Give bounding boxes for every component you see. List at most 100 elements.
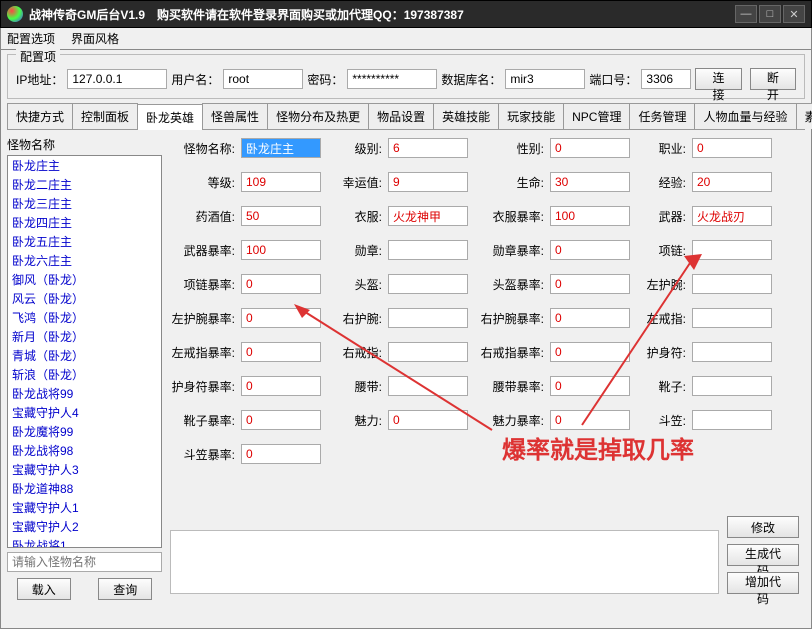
gencode-button[interactable]: 生成代码 bbox=[727, 544, 799, 566]
load-button[interactable]: 载入 bbox=[17, 578, 71, 600]
query-button[interactable]: 查询 bbox=[98, 578, 152, 600]
field-input[interactable] bbox=[550, 410, 630, 430]
list-item[interactable]: 新月（卧龙） bbox=[8, 327, 161, 346]
field-input[interactable] bbox=[550, 138, 630, 158]
list-item[interactable]: 飞鸿（卧龙） bbox=[8, 308, 161, 327]
db-input[interactable] bbox=[505, 69, 585, 89]
maximize-button[interactable]: □ bbox=[759, 5, 781, 23]
pwd-input[interactable] bbox=[347, 69, 437, 89]
list-item[interactable]: 卧龙战将98 bbox=[8, 441, 161, 460]
tab-3[interactable]: 怪兽属性 bbox=[202, 103, 268, 129]
connect-button[interactable]: 连接 bbox=[695, 68, 741, 90]
list-item[interactable]: 风云（卧龙） bbox=[8, 289, 161, 308]
list-item[interactable]: 卧龙魔将99 bbox=[8, 422, 161, 441]
list-item[interactable]: 青城（卧龙） bbox=[8, 346, 161, 365]
field-label: 幸运值: bbox=[327, 174, 382, 191]
list-item[interactable]: 卧龙战将99 bbox=[8, 384, 161, 403]
user-input[interactable] bbox=[223, 69, 303, 89]
tab-9[interactable]: 任务管理 bbox=[629, 103, 695, 129]
modify-button[interactable]: 修改 bbox=[727, 516, 799, 538]
field-input[interactable] bbox=[241, 138, 321, 158]
field-input[interactable] bbox=[241, 444, 321, 464]
field-label: 头盔: bbox=[327, 276, 382, 293]
search-input[interactable] bbox=[7, 552, 162, 572]
field-input[interactable] bbox=[388, 410, 468, 430]
tab-2[interactable]: 卧龙英雄 bbox=[137, 104, 203, 130]
disconnect-button[interactable]: 断开 bbox=[750, 68, 796, 90]
field-label: 右护腕暴率: bbox=[474, 310, 544, 327]
field-input[interactable] bbox=[692, 274, 772, 294]
list-item[interactable]: 卧龙三庄主 bbox=[8, 194, 161, 213]
field-input[interactable] bbox=[388, 376, 468, 396]
tab-8[interactable]: NPC管理 bbox=[563, 103, 630, 129]
list-item[interactable]: 御风（卧龙） bbox=[8, 270, 161, 289]
tab-11[interactable]: 素材热更 bbox=[796, 103, 812, 129]
field-input[interactable] bbox=[550, 172, 630, 192]
field-input[interactable] bbox=[388, 274, 468, 294]
list-item[interactable]: 卧龙道神88 bbox=[8, 479, 161, 498]
field-input[interactable] bbox=[692, 206, 772, 226]
list-item[interactable]: 宝藏守护人2 bbox=[8, 517, 161, 536]
field-input[interactable] bbox=[388, 206, 468, 226]
field-input[interactable] bbox=[550, 206, 630, 226]
field-input[interactable] bbox=[550, 274, 630, 294]
field-input[interactable] bbox=[388, 172, 468, 192]
field-label: 腰带: bbox=[327, 378, 382, 395]
field-input[interactable] bbox=[241, 274, 321, 294]
field-input[interactable] bbox=[241, 240, 321, 260]
field-input[interactable] bbox=[692, 138, 772, 158]
field-label: 左戒指: bbox=[636, 310, 686, 327]
field-input[interactable] bbox=[388, 138, 468, 158]
field-input[interactable] bbox=[241, 308, 321, 328]
field-input[interactable] bbox=[241, 172, 321, 192]
field-input[interactable] bbox=[550, 342, 630, 362]
tab-1[interactable]: 控制面板 bbox=[72, 103, 138, 129]
field-input[interactable] bbox=[550, 376, 630, 396]
addcode-button[interactable]: 增加代码 bbox=[727, 572, 799, 594]
field-input[interactable] bbox=[388, 308, 468, 328]
list-item[interactable]: 卧龙五庄主 bbox=[8, 232, 161, 251]
list-item[interactable]: 宝藏守护人3 bbox=[8, 460, 161, 479]
minimize-button[interactable]: — bbox=[735, 5, 757, 23]
field-input[interactable] bbox=[388, 240, 468, 260]
list-item[interactable]: 斩浪（卧龙） bbox=[8, 365, 161, 384]
field-label: 勋章暴率: bbox=[474, 242, 544, 259]
tab-6[interactable]: 英雄技能 bbox=[433, 103, 499, 129]
user-label: 用户名： bbox=[171, 71, 219, 88]
field-input[interactable] bbox=[692, 172, 772, 192]
field-input[interactable] bbox=[388, 342, 468, 362]
field-input[interactable] bbox=[692, 376, 772, 396]
content: 配置项 IP地址： 用户名： 密码： 数据库名： 端口号： 连接 断开 快捷方式… bbox=[0, 50, 812, 629]
list-item[interactable]: 卧龙六庄主 bbox=[8, 251, 161, 270]
field-input[interactable] bbox=[241, 206, 321, 226]
field-input[interactable] bbox=[550, 308, 630, 328]
tab-5[interactable]: 物品设置 bbox=[368, 103, 434, 129]
tab-7[interactable]: 玩家技能 bbox=[498, 103, 564, 129]
field-label: 怪物名称: bbox=[170, 140, 235, 157]
list-item[interactable]: 卧龙四庄主 bbox=[8, 213, 161, 232]
menu-style[interactable]: 界面风格 bbox=[71, 30, 119, 47]
list-item[interactable]: 宝藏守护人1 bbox=[8, 498, 161, 517]
tab-4[interactable]: 怪物分布及热更 bbox=[267, 103, 369, 129]
ip-input[interactable] bbox=[67, 69, 167, 89]
field-input[interactable] bbox=[241, 342, 321, 362]
field-input[interactable] bbox=[692, 342, 772, 362]
form-grid: 怪物名称:级别:性别:职业:等级:幸运值:生命:经验:药酒值:衣服:衣服暴率:武… bbox=[170, 138, 801, 464]
port-input[interactable] bbox=[641, 69, 691, 89]
field-input[interactable] bbox=[241, 410, 321, 430]
monster-listbox[interactable]: 卧龙庄主卧龙二庄主卧龙三庄主卧龙四庄主卧龙五庄主卧龙六庄主御风（卧龙）风云（卧龙… bbox=[7, 155, 162, 548]
field-label: 左护腕暴率: bbox=[170, 310, 235, 327]
field-input[interactable] bbox=[692, 410, 772, 430]
list-item[interactable]: 卧龙庄主 bbox=[8, 156, 161, 175]
field-input[interactable] bbox=[692, 240, 772, 260]
close-button[interactable]: ✕ bbox=[783, 5, 805, 23]
tab-10[interactable]: 人物血量与经验 bbox=[694, 103, 796, 129]
list-item[interactable]: 宝藏守护人4 bbox=[8, 403, 161, 422]
field-input[interactable] bbox=[692, 308, 772, 328]
field-input[interactable] bbox=[241, 376, 321, 396]
field-input[interactable] bbox=[550, 240, 630, 260]
menu-config[interactable]: 配置选项 bbox=[7, 30, 55, 47]
list-item[interactable]: 卧龙二庄主 bbox=[8, 175, 161, 194]
list-item[interactable]: 卧龙战将1 bbox=[8, 536, 161, 548]
tab-0[interactable]: 快捷方式 bbox=[7, 103, 73, 129]
